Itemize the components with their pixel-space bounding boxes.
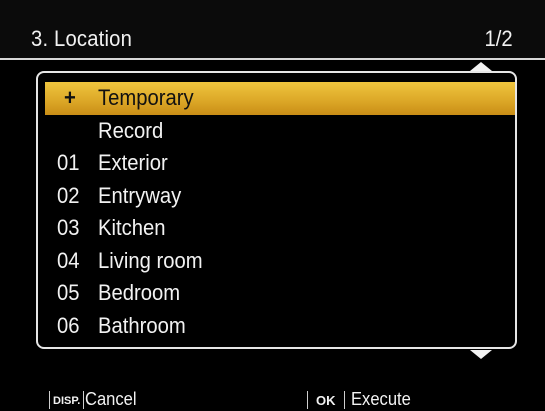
ok-key-icon[interactable]: OK [307,391,345,409]
list-item-number: 01 [57,150,80,175]
list-item-label: Entryway [98,182,182,208]
list-item-label: Exterior [98,150,168,175]
list-item-label: Temporary [98,85,194,110]
list-item-number: 03 [57,215,80,240]
list-item-living-room[interactable]: 04 Living room [45,245,515,278]
list-item-record[interactable]: Record [45,115,515,148]
list-item-number: 02 [57,182,80,208]
list-item-label: Record [98,117,164,143]
scroll-up-icon[interactable] [470,62,492,71]
list-item-label: Bedroom [98,280,181,305]
page-title: 3. Location [31,26,133,51]
list-item-exterior[interactable]: 01 Exterior [45,147,515,180]
list-item-number: 04 [57,247,80,273]
cancel-label: Cancel [85,389,137,409]
header-divider [0,58,545,60]
list-item-number: 05 [57,280,80,305]
list-item-kitchen[interactable]: 03 Kitchen [45,212,515,245]
list-item-bedroom[interactable]: 05 Bedroom [45,277,515,310]
scroll-down-icon[interactable] [470,350,492,359]
list-item-number: 06 [57,312,80,338]
execute-label: Execute [351,389,411,409]
location-list: + Temporary Record 01 Exterior 02 Entryw… [45,82,515,342]
list-item-number: + [64,85,76,110]
list-item-label: Living room [98,247,203,273]
list-item-label: Kitchen [98,215,166,240]
disp-key-icon[interactable]: DISP. [49,391,85,409]
list-item-bathroom[interactable]: 06 Bathroom [45,310,515,343]
page-indicator: 1/2 [484,26,513,51]
list-item-label: Bathroom [98,312,186,338]
list-item-entryway[interactable]: 02 Entryway [45,180,515,213]
footer-bar: DISP. Cancel OK Execute [0,385,545,409]
list-item-temporary[interactable]: + Temporary [45,82,515,115]
header-bar: 3. Location 1/2 [0,0,545,58]
